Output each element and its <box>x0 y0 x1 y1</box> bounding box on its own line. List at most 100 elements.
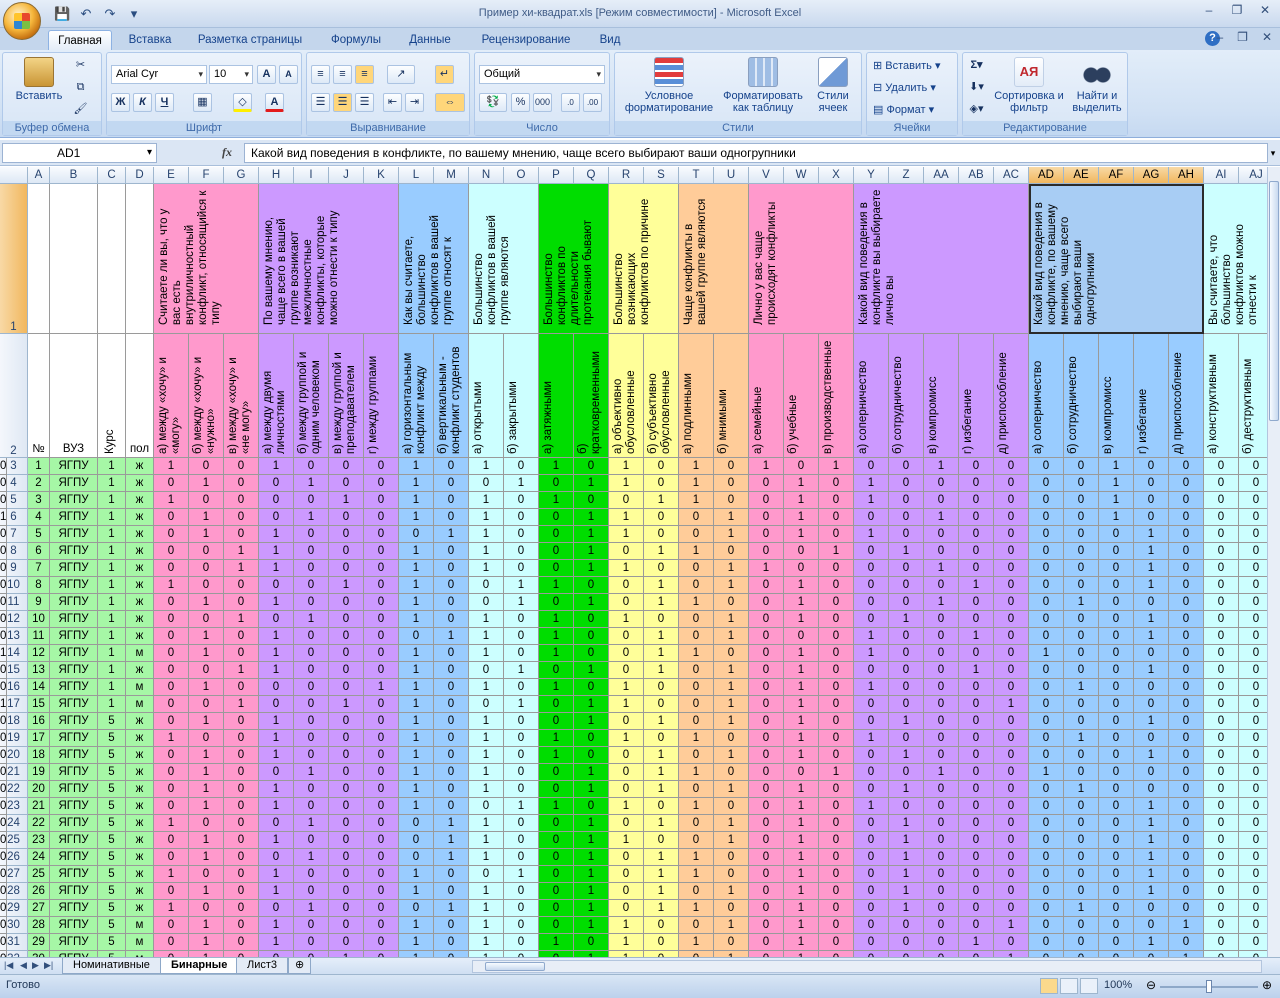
data-cell[interactable]: 0 <box>1239 696 1267 713</box>
data-cell[interactable]: ЯГПУ <box>50 611 98 628</box>
column-header[interactable]: D <box>126 167 154 184</box>
data-cell[interactable]: 1 <box>539 458 574 475</box>
data-cell[interactable]: 0 <box>539 713 574 730</box>
data-cell[interactable]: 0 <box>924 611 959 628</box>
data-cell[interactable]: 1 <box>1064 900 1099 917</box>
header-cell[interactable] <box>28 184 50 334</box>
data-cell[interactable]: 1 <box>399 662 434 679</box>
data-cell[interactable]: 0 <box>154 645 189 662</box>
data-cell[interactable]: 0 <box>959 781 994 798</box>
data-cell[interactable]: 1 <box>504 577 539 594</box>
data-cell[interactable]: 0 <box>469 696 504 713</box>
data-cell[interactable]: 0 <box>714 492 749 509</box>
data-cell[interactable]: 0 <box>1204 492 1239 509</box>
data-cell[interactable]: 1 <box>1064 594 1099 611</box>
column-header[interactable]: V <box>749 167 784 184</box>
data-cell[interactable]: 1 <box>889 815 924 832</box>
data-cell[interactable]: 0 <box>1169 730 1204 747</box>
sheet-tab-binary[interactable]: Бинарные <box>160 958 239 974</box>
data-cell[interactable]: 0 <box>154 509 189 526</box>
data-cell[interactable]: 1 <box>434 526 469 543</box>
data-cell[interactable]: 0 <box>1064 764 1099 781</box>
data-cell[interactable]: 0 <box>154 594 189 611</box>
data-cell[interactable]: 1 <box>679 594 714 611</box>
data-cell[interactable]: 0 <box>1134 696 1169 713</box>
data-cell[interactable]: 0 <box>364 798 399 815</box>
data-cell[interactable]: 1 <box>259 662 294 679</box>
data-cell[interactable]: 1 <box>399 645 434 662</box>
data-cell[interactable]: 0 <box>1239 679 1267 696</box>
group-header-cell[interactable]: Вы считаете, что большинство конфликтов … <box>1204 184 1267 334</box>
data-cell[interactable]: ЯГПУ <box>50 628 98 645</box>
data-cell[interactable]: 0 <box>889 594 924 611</box>
data-cell[interactable]: 0 <box>364 917 399 934</box>
data-cell[interactable]: 0 <box>294 934 329 951</box>
data-cell[interactable]: 0 <box>924 781 959 798</box>
data-cell[interactable]: 0 <box>434 492 469 509</box>
data-cell[interactable]: 1 <box>259 883 294 900</box>
data-cell[interactable]: ЯГПУ <box>50 764 98 781</box>
data-cell[interactable]: 1 <box>644 849 679 866</box>
data-cell[interactable]: 0 <box>1099 815 1134 832</box>
data-cell[interactable]: 1 <box>644 492 679 509</box>
data-cell[interactable]: 0 <box>329 543 364 560</box>
column-header[interactable]: P <box>539 167 574 184</box>
data-cell[interactable]: 0 <box>854 781 889 798</box>
data-cell[interactable]: 0 <box>1169 662 1204 679</box>
data-cell[interactable]: 1 <box>889 543 924 560</box>
data-cell[interactable]: 1 <box>399 730 434 747</box>
data-cell[interactable]: 1 <box>98 526 126 543</box>
data-cell[interactable]: 0 <box>889 577 924 594</box>
data-cell[interactable]: 0 <box>434 764 469 781</box>
data-cell[interactable]: 0 <box>1169 713 1204 730</box>
data-cell[interactable]: 0 <box>189 900 224 917</box>
data-cell[interactable]: 1 <box>784 577 819 594</box>
data-cell[interactable]: 0 <box>224 900 259 917</box>
data-cell[interactable]: 1 <box>98 594 126 611</box>
data-cell[interactable]: 1 <box>98 662 126 679</box>
data-cell[interactable]: 0 <box>994 798 1029 815</box>
data-cell[interactable]: 0 <box>679 526 714 543</box>
data-cell[interactable]: 0 <box>0 900 8 917</box>
data-cell[interactable]: 1 <box>889 849 924 866</box>
data-cell[interactable]: 1 <box>889 611 924 628</box>
data-cell[interactable]: 1 <box>259 645 294 662</box>
data-cell[interactable]: 0 <box>854 560 889 577</box>
data-cell[interactable]: 0 <box>154 475 189 492</box>
data-cell[interactable]: 1 <box>574 594 609 611</box>
data-cell[interactable]: 1 <box>854 679 889 696</box>
data-cell[interactable]: 0 <box>889 764 924 781</box>
data-cell[interactable]: ж <box>126 526 154 543</box>
data-cell[interactable]: 0 <box>749 577 784 594</box>
data-cell[interactable]: 0 <box>994 883 1029 900</box>
data-cell[interactable]: 0 <box>1204 611 1239 628</box>
data-cell[interactable]: 0 <box>1064 560 1099 577</box>
data-cell[interactable]: 1 <box>189 594 224 611</box>
data-cell[interactable]: 1 <box>1134 934 1169 951</box>
data-cell[interactable]: 0 <box>1029 458 1064 475</box>
data-cell[interactable]: 0 <box>749 917 784 934</box>
data-cell[interactable]: 0 <box>644 696 679 713</box>
data-cell[interactable]: 0 <box>924 645 959 662</box>
merge-center-icon[interactable]: ⇔ <box>435 93 465 112</box>
minimize-icon[interactable]: – <box>1198 3 1220 19</box>
data-cell[interactable]: 0 <box>364 526 399 543</box>
data-cell[interactable]: ж <box>126 492 154 509</box>
data-cell[interactable]: 0 <box>539 509 574 526</box>
data-cell[interactable]: 0 <box>469 662 504 679</box>
data-cell[interactable]: 0 <box>434 509 469 526</box>
data-cell[interactable]: 0 <box>224 628 259 645</box>
data-cell[interactable]: 1 <box>1134 713 1169 730</box>
data-cell[interactable]: 0 <box>1169 577 1204 594</box>
data-cell[interactable]: 0 <box>154 764 189 781</box>
data-cell[interactable]: 0 <box>154 798 189 815</box>
data-cell[interactable]: 1 <box>644 883 679 900</box>
data-cell[interactable]: 0 <box>1169 543 1204 560</box>
data-cell[interactable]: 0 <box>959 560 994 577</box>
data-cell[interactable]: ЯГПУ <box>50 866 98 883</box>
data-cell[interactable]: 0 <box>1099 832 1134 849</box>
data-cell[interactable]: 1 <box>294 900 329 917</box>
data-cell[interactable]: 0 <box>224 475 259 492</box>
data-cell[interactable]: 0 <box>959 492 994 509</box>
data-cell[interactable]: 1 <box>1134 611 1169 628</box>
